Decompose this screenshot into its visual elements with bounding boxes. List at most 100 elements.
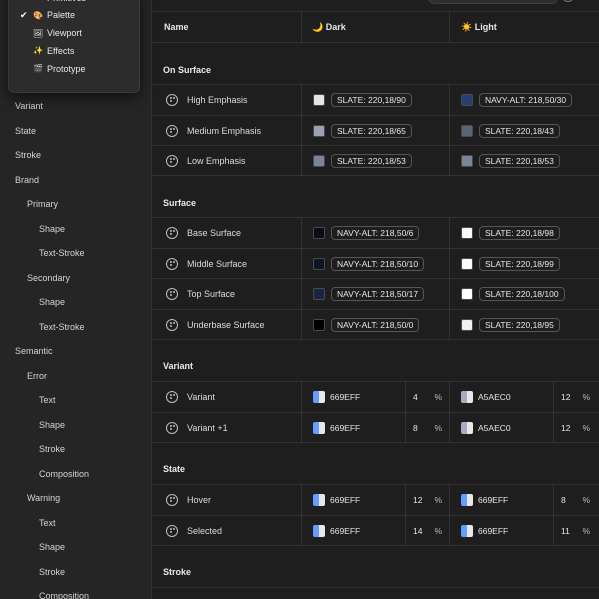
menu-item-viewport[interactable]: 🖼 Viewport — [9, 24, 139, 42]
color-swatch[interactable] — [313, 318, 325, 331]
table-row[interactable]: Top Surface NAVY-ALT: 218,50/17 SLATE: 220… — [152, 278, 599, 310]
menu-item-primitives[interactable]: ◐Primitives — [9, 0, 139, 7]
hex-value[interactable]: A5AEC0 — [478, 413, 511, 444]
token-chip[interactable]: SLATE: 220,18/90 — [331, 93, 412, 107]
color-swatch[interactable] — [313, 391, 325, 403]
color-swatch[interactable] — [313, 421, 325, 434]
sidebar-item-text[interactable]: Text — [0, 388, 152, 413]
color-swatch[interactable] — [461, 524, 473, 537]
table-row[interactable]: Base Surface NAVY-ALT: 218,50/6 SLATE: 220… — [152, 217, 599, 249]
table-row[interactable]: Underbase Surface NAVY-ALT: 218,50/0 SLATE… — [152, 308, 599, 340]
light-cell[interactable]: SLATE: 220,18/43 — [449, 115, 599, 146]
color-swatch[interactable] — [461, 124, 473, 137]
light-cell[interactable]: SLATE: 220,18/53 — [449, 146, 599, 177]
hex-value[interactable]: A5AEC0 — [478, 382, 511, 413]
dark-cell[interactable]: NAVY-ALT: 218,50/0 — [301, 309, 449, 340]
opacity-input[interactable]: 8% — [553, 485, 598, 516]
color-swatch[interactable] — [313, 227, 325, 239]
sidebar-item-stroke[interactable]: Stroke — [0, 437, 152, 462]
token-chip[interactable]: NAVY-ALT: 218,50/17 — [331, 287, 425, 301]
color-swatch[interactable] — [313, 257, 325, 270]
sidebar-item-secondary[interactable]: Secondary — [0, 266, 152, 291]
token-chip[interactable]: SLATE: 220,18/100 — [479, 287, 565, 301]
token-chip[interactable]: NAVY-ALT: 218,50/10 — [331, 256, 425, 271]
table-row[interactable] — [152, 587, 599, 599]
opacity-input[interactable]: 12% — [553, 382, 598, 413]
table-row[interactable]: Hover 669EFF 12% 669EFF 8% — [152, 484, 599, 516]
color-swatch[interactable] — [461, 391, 473, 403]
opacity-input[interactable]: 8% — [405, 412, 450, 443]
sidebar-item-shape[interactable]: Shape — [0, 413, 152, 438]
sidebar-item-stroke[interactable]: Stroke — [0, 143, 152, 168]
color-swatch[interactable] — [461, 155, 473, 167]
opacity-input[interactable]: 4% — [405, 382, 450, 413]
dark-cell[interactable]: SLATE: 220,18/53 — [301, 146, 449, 177]
light-cell[interactable]: SLATE: 220,18/98 — [449, 218, 599, 249]
token-chip[interactable]: SLATE: 220,18/98 — [479, 226, 560, 240]
menu-item-palette[interactable]: ✔ 🎨 Palette — [9, 7, 139, 25]
hex-value[interactable]: 669EFF — [478, 516, 508, 547]
opacity-input[interactable]: 14% — [405, 515, 450, 546]
table-row[interactable]: Middle Surface NAVY-ALT: 218,50/10 SLATE: … — [152, 247, 599, 279]
dark-cell[interactable]: 669EFF 4% — [301, 382, 449, 413]
color-swatch[interactable] — [313, 124, 325, 137]
token-chip[interactable]: NAVY-ALT: 218,50/0 — [331, 317, 420, 332]
light-cell[interactable]: 669EFF 8% — [449, 485, 599, 516]
dark-cell[interactable]: 669EFF 12% — [301, 485, 449, 516]
dark-cell[interactable]: NAVY-ALT: 218,50/6 — [301, 218, 449, 249]
light-cell[interactable]: A5AEC0 12% — [449, 382, 599, 413]
table-row[interactable]: Low Emphasis SLATE: 220,18/53 SLATE: 220,1… — [152, 145, 599, 177]
hex-value[interactable]: 669EFF — [330, 382, 360, 413]
color-swatch[interactable] — [461, 227, 473, 239]
token-chip[interactable]: SLATE: 220,18/53 — [479, 154, 560, 168]
sidebar-item-composition[interactable]: Composition — [0, 462, 152, 487]
dark-cell[interactable]: 669EFF 14% — [301, 515, 450, 547]
hex-value[interactable]: 669EFF — [330, 516, 360, 547]
light-cell[interactable]: 669EFF 11% — [449, 515, 599, 547]
dark-cell[interactable]: NAVY-ALT: 218,50/10 — [301, 248, 449, 279]
dark-cell[interactable]: 669EFF 8% — [301, 412, 450, 443]
light-cell[interactable]: A5AEC0 12% — [449, 412, 599, 444]
sidebar-item-composition[interactable]: Composition — [0, 584, 152, 599]
light-cell[interactable]: SLATE: 220,18/99 — [449, 248, 599, 279]
token-chip[interactable]: SLATE: 220,18/43 — [479, 123, 560, 138]
sidebar-item-shape[interactable]: Shape — [0, 290, 152, 315]
table-row[interactable]: High Emphasis SLATE: 220,18/90 NAVY-ALT: 2… — [152, 84, 599, 116]
light-cell[interactable]: NAVY-ALT: 218,50/30 — [449, 85, 599, 116]
token-chip[interactable]: SLATE: 220,18/99 — [479, 256, 560, 271]
color-swatch[interactable] — [461, 257, 473, 270]
sidebar-item-brand[interactable]: Brand — [0, 168, 152, 193]
sidebar-item-error[interactable]: Error — [0, 364, 152, 389]
opacity-input[interactable]: 12% — [405, 485, 450, 516]
table-row[interactable]: Variant +1 669EFF 8% A5AEC0 12% — [152, 411, 599, 444]
color-swatch[interactable] — [313, 494, 325, 506]
token-chip[interactable]: NAVY-ALT: 218,50/6 — [331, 226, 420, 240]
sidebar-item-state[interactable]: State — [0, 119, 152, 144]
token-chip[interactable]: SLATE: 220,18/65 — [331, 123, 412, 138]
color-swatch[interactable] — [461, 318, 473, 331]
dark-cell[interactable]: SLATE: 220,18/90 — [301, 85, 449, 116]
opacity-input[interactable]: 11% — [553, 515, 598, 546]
light-cell[interactable]: SLATE: 220,18/100 — [449, 279, 599, 310]
opacity-input[interactable]: 12% — [553, 412, 598, 443]
color-swatch[interactable] — [461, 421, 473, 434]
sidebar-item-semantic[interactable]: Semantic — [0, 339, 152, 364]
dark-cell[interactable]: NAVY-ALT: 218,50/17 — [301, 279, 449, 310]
table-row[interactable]: Medium Emphasis SLATE: 220,18/65 SLATE: 22… — [152, 114, 599, 146]
color-swatch[interactable] — [461, 288, 473, 300]
color-swatch[interactable] — [313, 94, 325, 106]
table-row[interactable]: Selected 669EFF 14% 669EFF 11% — [152, 514, 599, 547]
menu-item-effects[interactable]: ✨ Effects — [9, 42, 139, 60]
help-icon[interactable] — [562, 0, 574, 2]
hex-value[interactable]: 669EFF — [478, 485, 508, 516]
sidebar-item-stroke[interactable]: Stroke — [0, 560, 152, 585]
color-swatch[interactable] — [461, 94, 473, 106]
search-input[interactable] — [428, 0, 558, 4]
sidebar-item-text-stroke[interactable]: Text-Stroke — [0, 241, 152, 266]
color-swatch[interactable] — [313, 155, 325, 167]
menu-item-prototype[interactable]: 🎬 Prototype — [9, 60, 139, 78]
sidebar-item-warning[interactable]: Warning — [0, 486, 152, 511]
sidebar-item-variant[interactable]: Variant — [0, 94, 152, 119]
color-swatch[interactable] — [313, 524, 325, 537]
color-swatch[interactable] — [461, 494, 473, 506]
